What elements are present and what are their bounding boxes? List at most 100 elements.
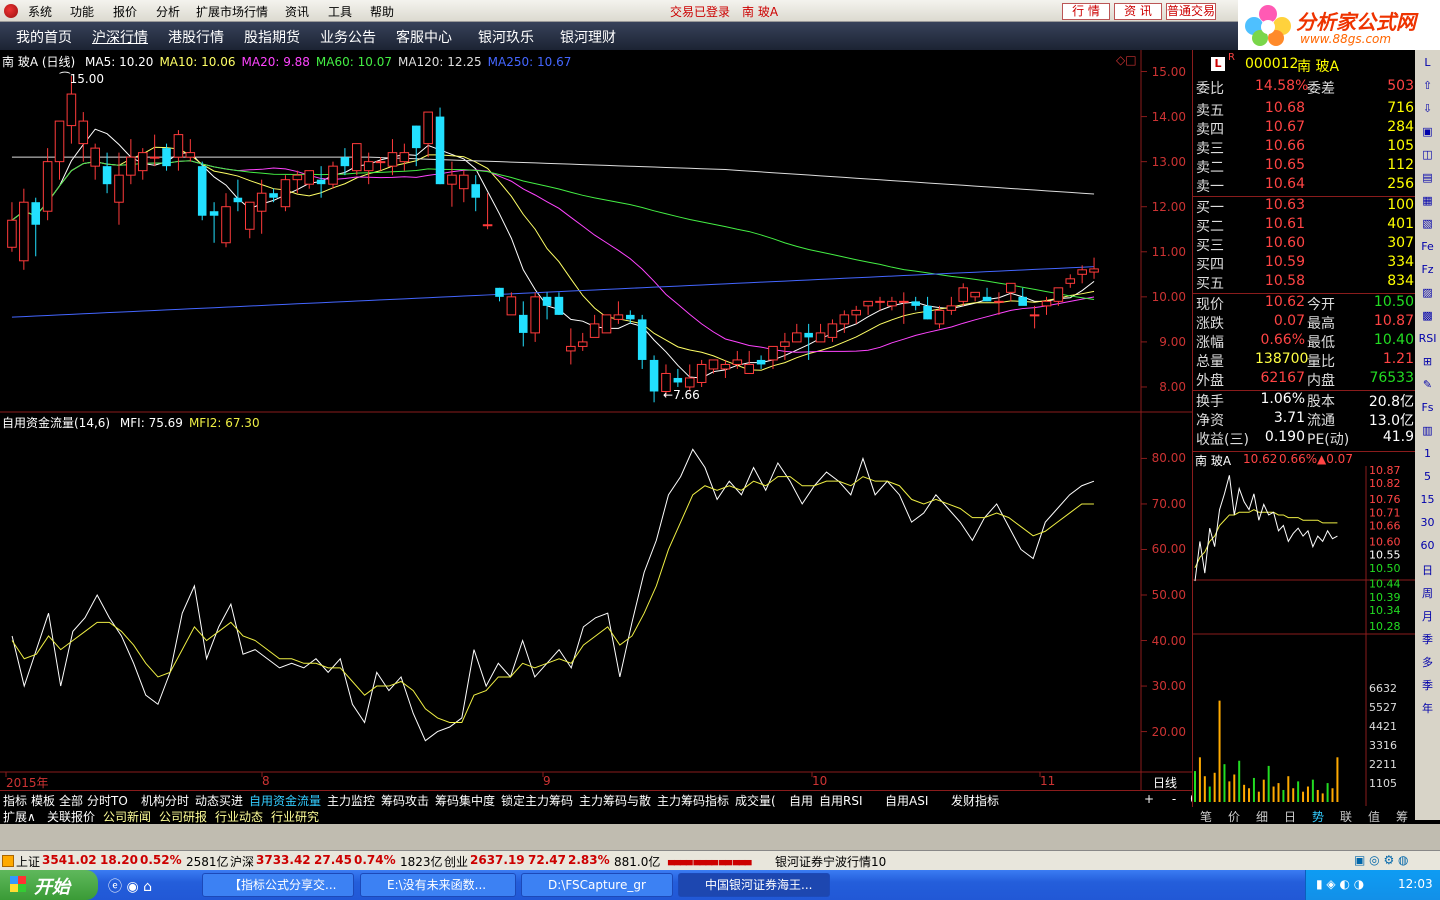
tray-icons[interactable]: ▮ ◈ ◐ ◑ xyxy=(1316,877,1364,891)
nav-home[interactable]: 我的首页 xyxy=(16,27,72,47)
toolbar-button[interactable]: 多 xyxy=(1418,654,1437,671)
chart-area[interactable]: 南 玻A (日线) MA5: 10.20 MA10: 10.06 MA20: 9.8… xyxy=(0,50,1192,790)
toolbar-button[interactable]: 年 xyxy=(1418,700,1437,717)
quote-price: 10.65 xyxy=(1264,157,1305,173)
quote-panel-tab[interactable]: 细 xyxy=(1256,808,1268,825)
task-explorer-e[interactable]: E:\没有未来函数... xyxy=(360,873,516,897)
quote-panel-tab[interactable]: 日 xyxy=(1284,808,1296,825)
toolbar-button[interactable]: 30 xyxy=(1418,516,1437,533)
toolbar-button[interactable]: ⇩ xyxy=(1418,102,1437,119)
x-label-aug: 8 xyxy=(262,774,270,788)
quote-volume: 256 xyxy=(1387,176,1414,192)
info-tab[interactable]: 关联报价 xyxy=(47,808,95,825)
info-button[interactable]: 资 讯 xyxy=(1114,3,1162,20)
toolbar-button[interactable]: Fz xyxy=(1418,263,1437,280)
toolbar-button[interactable]: L xyxy=(1418,56,1437,73)
high-annotation: ⁀15.00 xyxy=(60,72,105,86)
mini-price-tick: 10.60 xyxy=(1369,535,1401,548)
start-button[interactable]: 开始 xyxy=(0,870,98,900)
quote-panel-tab[interactable]: 势 xyxy=(1312,808,1324,825)
toolbar-button[interactable]: ▤ xyxy=(1418,171,1437,188)
mfi-y-tick: 70.00 xyxy=(1151,496,1186,511)
nav-hk-market[interactable]: 港股行情 xyxy=(168,27,224,47)
mfi-y-tick: 20.00 xyxy=(1151,724,1186,739)
toolbar-button[interactable]: 季 xyxy=(1418,631,1437,648)
info-tab[interactable]: 行业研究 xyxy=(271,808,319,825)
toolbar-button[interactable]: Fe xyxy=(1418,240,1437,257)
zoom-out-button[interactable]: - xyxy=(1172,792,1176,806)
menu-function[interactable]: 功能 xyxy=(70,3,94,20)
menu-quote[interactable]: 报价 xyxy=(113,3,137,20)
menu-ext-market[interactable]: 扩展市场行情 xyxy=(196,3,268,20)
index-percent: 0.52% xyxy=(140,853,182,867)
info-tab[interactable]: 公司研报 xyxy=(159,808,207,825)
toolbar-button[interactable]: 5 xyxy=(1418,470,1437,487)
quote-panel-tab[interactable]: 筹 xyxy=(1396,808,1408,825)
trade-button[interactable]: 普通交易 xyxy=(1166,3,1216,20)
toolbar-button[interactable]: Fs xyxy=(1418,401,1437,418)
nav-yinhe-finance[interactable]: 银河理财 xyxy=(560,27,616,47)
info-tab[interactable]: 扩展∧ xyxy=(3,808,36,825)
menu-tools[interactable]: 工具 xyxy=(328,3,352,20)
toolbar-button[interactable]: 月 xyxy=(1418,608,1437,625)
stat-row: 涨幅 0.66% 最低 10.40 xyxy=(1193,332,1416,351)
quote-value: 0.07 xyxy=(1273,313,1305,329)
period-label[interactable]: 日线 xyxy=(1153,774,1177,791)
toolbar-button[interactable]: ▩ xyxy=(1418,309,1437,326)
toolbar-button[interactable]: ▨ xyxy=(1418,286,1437,303)
mfi-y-tick: 50.00 xyxy=(1151,588,1186,602)
chart-window-controls-icon[interactable]: ◇□ xyxy=(1116,53,1137,67)
candle xyxy=(7,202,17,252)
quicklaunch-icons[interactable]: ⓔ ◉ ⌂ xyxy=(108,876,152,896)
menu-help[interactable]: 帮助 xyxy=(370,3,394,20)
nav-index-futures[interactable]: 股指期货 xyxy=(244,27,300,47)
task-explorer-d[interactable]: D:\FSCapture_gr xyxy=(521,873,673,897)
nav-service-center[interactable]: 客服中心 xyxy=(396,27,452,47)
toolbar-button[interactable]: ▧ xyxy=(1418,217,1437,234)
toolbar-button[interactable]: ▥ xyxy=(1418,424,1437,441)
index-amount: 1823亿 xyxy=(400,855,443,869)
toolbar-button[interactable]: 1 xyxy=(1418,447,1437,464)
nav-announcements[interactable]: 业务公告 xyxy=(320,27,376,47)
ma-legend: MA5: 10.20 MA10: 10.06 MA20: 9.88 MA60: 10.… xyxy=(79,55,571,69)
toolbar-button[interactable]: ✎ xyxy=(1418,378,1437,395)
l2-badge-icon[interactable]: L xyxy=(1211,57,1225,71)
toolbar-button[interactable]: 周 xyxy=(1418,585,1437,602)
toolbar-button[interactable]: ▦ xyxy=(1418,194,1437,211)
zoom-in-button[interactable]: + xyxy=(1144,792,1154,806)
task-yinhe-app[interactable]: 中国银河证券海王... xyxy=(678,873,830,897)
index-percent: 2.83% xyxy=(568,853,610,867)
toolbar-button[interactable]: ⇧ xyxy=(1418,79,1437,96)
mini-volume-tick: 4421 xyxy=(1369,720,1397,733)
toolbar-button[interactable]: ⊞ xyxy=(1418,355,1437,372)
candle xyxy=(352,143,362,176)
toolbar-button[interactable]: RSI xyxy=(1418,332,1437,349)
toolbar-button[interactable]: 日 xyxy=(1418,562,1437,579)
toolbar-button[interactable]: 季 xyxy=(1418,677,1437,694)
task-formula-share[interactable]: 【指标公式分享交... xyxy=(202,873,354,897)
toolbar-button[interactable]: 60 xyxy=(1418,539,1437,556)
intraday-mini-chart[interactable]: 10.8710.82 10.7610.7110.66 10.6010.5510.50… xyxy=(1193,466,1416,806)
menu-system[interactable]: 系统 xyxy=(28,3,52,20)
info-tab[interactable]: 行业动态 xyxy=(215,808,263,825)
quote-panel-tab[interactable]: 笔 xyxy=(1200,808,1212,825)
quote-button[interactable]: 行 情 xyxy=(1062,3,1110,20)
info-tab[interactable]: 公司新闻 xyxy=(103,808,151,825)
menu-analysis[interactable]: 分析 xyxy=(156,3,180,20)
quote-panel-tab[interactable]: 价 xyxy=(1228,808,1240,825)
ma60-line xyxy=(11,160,1095,301)
menu-info[interactable]: 资讯 xyxy=(285,3,309,20)
quote-panel-tab[interactable]: 联 xyxy=(1340,808,1352,825)
toolbar-button[interactable]: ◫ xyxy=(1418,148,1437,165)
nav-yinhe-jiule[interactable]: 银河玖乐 xyxy=(478,27,534,47)
toolbar-button[interactable]: 15 xyxy=(1418,493,1437,510)
nav-sh-sz-market[interactable]: 沪深行情 xyxy=(92,27,148,47)
candle xyxy=(221,193,231,248)
quote-price: 10.64 xyxy=(1264,176,1305,192)
toolbar-button[interactable]: ▣ xyxy=(1418,125,1437,142)
quote-volume: 100 xyxy=(1387,197,1414,213)
tray-tools-icon[interactable]: ▣ ◎ ⚙ ◍ xyxy=(1354,853,1408,867)
x-axis-ticks xyxy=(5,772,1041,777)
quote-panel-tab[interactable]: 值 xyxy=(1368,808,1380,825)
quote-label: 今开 xyxy=(1307,297,1335,313)
